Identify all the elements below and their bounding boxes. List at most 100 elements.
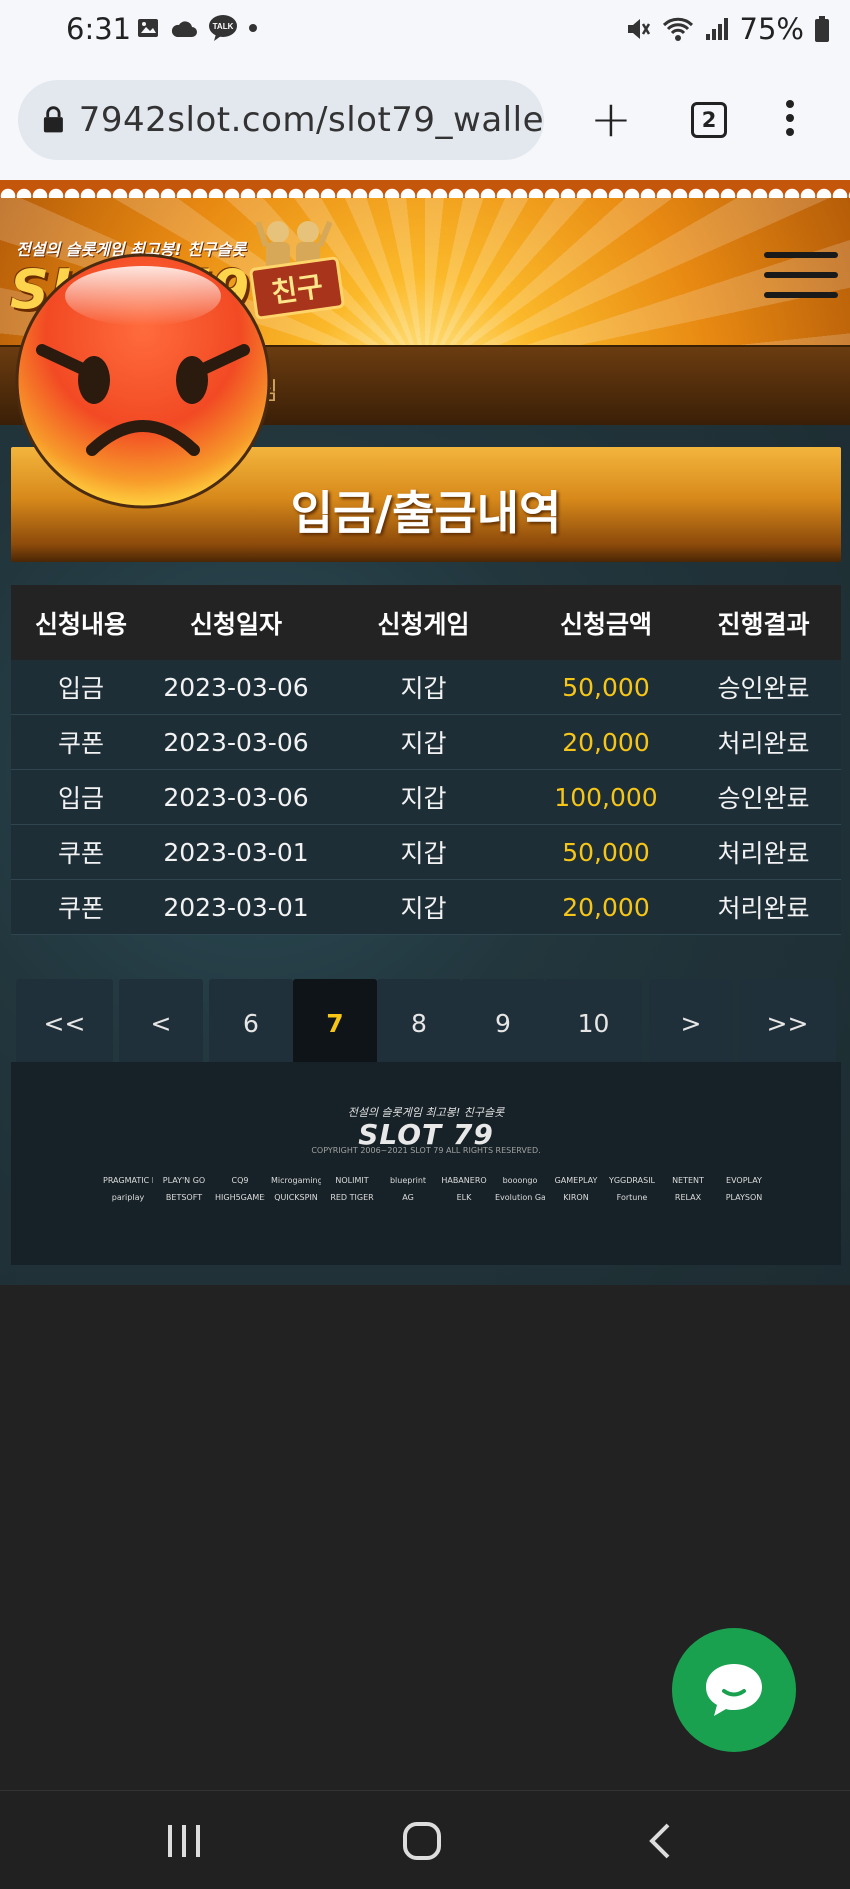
column-header: 신청내용 (34, 609, 127, 639)
history-table: 입금 2023-03-06 지갑 50,000 승인완료 쿠폰 2023-03-… (11, 660, 841, 935)
more-vert-icon[interactable] (786, 100, 794, 136)
hamburger-icon[interactable] (764, 252, 838, 298)
provider-logo: QUICKSPIN (274, 1193, 318, 1202)
cell-result: 승인완료 (717, 674, 810, 703)
home-icon[interactable] (402, 1821, 442, 1861)
cell-date: 2023-03-06 (163, 782, 309, 812)
page-button[interactable]: 9 (461, 979, 545, 1067)
copyright-text: COPYRIGHT 2006~2021 SLOT 79 ALL RIGHTS R… (311, 1146, 541, 1155)
angry-face-icon (15, 253, 271, 509)
browser-toolbar: 7942slot.com/slot79_walle + 2 (0, 60, 850, 180)
cell-result: 처리완료 (717, 894, 810, 923)
provider-logo: PLAYSON (725, 1193, 763, 1202)
url-text: 7942slot.com/slot79_walle (78, 100, 544, 140)
address-bar[interactable]: 7942slot.com/slot79_walle (18, 80, 544, 160)
cell-game: 지갑 (400, 674, 447, 703)
page-button[interactable]: 8 (377, 979, 461, 1067)
cell-game: 지갑 (400, 784, 447, 813)
provider-logo: booongo (502, 1176, 538, 1185)
provider-logos: PRAGMATIC PLAY PLAY'N GO CQ9 Microgaming… (91, 1176, 781, 1202)
column-header: 신청금액 (559, 609, 652, 639)
cell-game: 지갑 (400, 729, 447, 758)
provider-logo: KIRON (563, 1193, 589, 1202)
lock-icon (43, 106, 63, 133)
cell-type: 쿠폰 (57, 839, 104, 868)
column-header: 신청일자 (189, 609, 282, 639)
provider-logo: Microgaming (271, 1176, 321, 1185)
cell-amount: 20,000 (562, 892, 650, 922)
recents-icon[interactable] (164, 1821, 204, 1861)
dot-icon (249, 24, 257, 32)
table-row: 쿠폰 2023-03-06 지갑 20,000 처리완료 (11, 715, 841, 770)
cell-result: 처리완료 (717, 839, 810, 868)
cell-amount: 20,000 (562, 727, 650, 757)
first-page-button[interactable]: << (16, 979, 113, 1067)
table-row: 쿠폰 2023-03-01 지갑 50,000 처리완료 (11, 825, 841, 880)
status-bar: 6:31 TALK 75% (0, 0, 850, 60)
wifi-icon (662, 17, 693, 41)
page-button[interactable]: 10 (545, 979, 642, 1067)
android-nav-bar (0, 1790, 850, 1889)
status-time: 6:31 (66, 12, 132, 46)
signal-icon (705, 18, 728, 40)
table-row: 쿠폰 2023-03-01 지갑 20,000 처리완료 (11, 880, 841, 935)
provider-logo: RED TIGER (330, 1193, 374, 1202)
table-header: 신청내용 신청일자 신청게임 신청금액 진행결과 (11, 585, 841, 660)
system-icons: 75% (624, 12, 830, 46)
provider-logo: GAMEPLAY (554, 1176, 598, 1185)
cell-type: 쿠폰 (57, 729, 104, 758)
provider-logo: CQ9 (231, 1176, 249, 1185)
cell-game: 지갑 (400, 839, 447, 868)
provider-logo: AG (402, 1193, 414, 1202)
back-icon[interactable] (646, 1821, 674, 1861)
pagination: << < 6 7 8 9 10 > >> (16, 979, 836, 1067)
cell-type: 입금 (57, 784, 104, 813)
current-page-button[interactable]: 7 (293, 979, 377, 1067)
cell-amount: 50,000 (562, 837, 650, 867)
next-page-button[interactable]: > (649, 979, 733, 1067)
table-row: 입금 2023-03-06 지갑 100,000 승인완료 (11, 770, 841, 825)
column-header: 진행결과 (717, 609, 810, 639)
cloud-icon (171, 21, 197, 37)
notification-icons: TALK (136, 14, 258, 42)
provider-logo: Evolution Gaming (495, 1193, 545, 1202)
provider-logo: pariplay (111, 1193, 145, 1202)
cell-date: 2023-03-01 (163, 892, 309, 922)
provider-logo: NETENT (672, 1176, 704, 1185)
last-page-button[interactable]: >> (739, 979, 836, 1067)
cell-date: 2023-03-01 (163, 837, 309, 867)
site-footer: 전설의 슬롯게임 최고봉! 친구슬롯 SLOT 79 COPYRIGHT 200… (11, 1062, 841, 1265)
tab-switcher-icon[interactable]: 2 (691, 102, 727, 138)
page-button[interactable]: 6 (209, 979, 293, 1067)
provider-logo: HABANERO (441, 1176, 487, 1185)
battery-icon (815, 16, 829, 42)
talk-icon: TALK (209, 15, 237, 41)
provider-logo: HIGH5GAMES (215, 1193, 265, 1202)
cell-amount: 100,000 (554, 782, 658, 812)
mute-icon (627, 19, 650, 39)
cell-date: 2023-03-06 (163, 727, 309, 757)
cell-result: 승인완료 (717, 784, 810, 813)
provider-logo: EVOPLAY (726, 1176, 762, 1185)
svg-text:TALK: TALK (213, 22, 234, 31)
prev-page-button[interactable]: < (119, 979, 203, 1067)
provider-logo: Fortune (616, 1193, 648, 1202)
screen: 6:31 TALK 75% 7942slot.com/slot79_walle … (0, 0, 850, 1889)
cell-game: 지갑 (400, 894, 447, 923)
provider-logo: NOLIMIT (335, 1176, 369, 1185)
gallery-icon (138, 19, 158, 37)
provider-logo: PRAGMATIC PLAY (103, 1176, 153, 1185)
provider-logo: YGGDRASIL (608, 1176, 656, 1185)
chat-icon (706, 1664, 762, 1716)
cell-type: 쿠폰 (57, 894, 104, 923)
cell-type: 입금 (57, 674, 104, 703)
cell-date: 2023-03-06 (163, 672, 309, 702)
provider-logo: RELAX (674, 1193, 702, 1202)
provider-logo: PLAY'N GO (162, 1176, 206, 1185)
chat-button[interactable] (672, 1628, 796, 1752)
plus-icon[interactable]: + (590, 94, 632, 144)
provider-logo: blueprint (389, 1176, 427, 1185)
scallop-border (0, 180, 850, 198)
cell-amount: 50,000 (562, 672, 650, 702)
provider-logo: BETSOFT (165, 1193, 203, 1202)
